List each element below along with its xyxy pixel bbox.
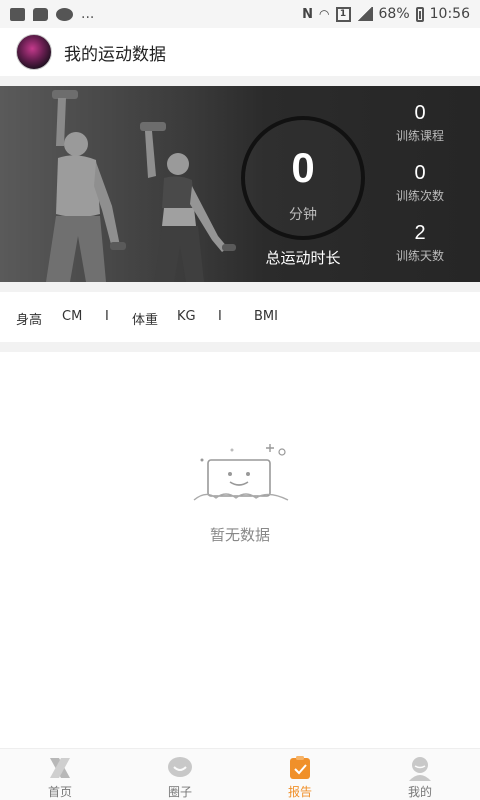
avatar[interactable]: [16, 34, 52, 70]
empty-box-icon: [193, 444, 289, 501]
stat-days-value: 2: [414, 222, 426, 244]
more-notifications-dots: ...: [81, 6, 95, 22]
section-divider: [0, 76, 480, 86]
stat-days: 2 训练天数: [385, 222, 455, 264]
height-unit: CM: [62, 309, 83, 324]
wechat-notification-icon: [56, 7, 73, 21]
nav-label-home: 首页: [47, 785, 72, 799]
fitness-couple-photo: [46, 90, 236, 282]
section-divider: [0, 342, 480, 352]
stat-sessions-value: 0: [414, 162, 426, 184]
metric-separator: I: [105, 309, 109, 324]
nav-item-mine[interactable]: 我的: [360, 749, 480, 800]
empty-state-text: 暂无数据: [209, 526, 270, 544]
status-bar: ... N ◠ 1 68% 10:56: [0, 0, 480, 28]
weight-unit: KG: [177, 309, 196, 324]
stat-days-label: 训练天数: [395, 249, 444, 263]
weight-label: 体重: [132, 313, 159, 328]
stat-courses: 0 训练课程: [385, 102, 455, 144]
nav-label-mine: 我的: [407, 785, 432, 799]
stat-courses-value: 0: [414, 102, 426, 124]
nav-item-home[interactable]: 首页: [0, 749, 120, 800]
battery-percent: 68%: [378, 6, 410, 22]
clock: 10:56: [429, 6, 470, 22]
metric-separator: I: [218, 309, 222, 324]
sim-icon: 1: [335, 6, 351, 22]
total-minutes-ring: 0 分钟: [241, 116, 365, 240]
signal-icon: [356, 7, 373, 21]
stat-sessions: 0 训练次数: [385, 162, 455, 204]
x-logo-icon: [50, 758, 70, 778]
nav-label-circle: 圈子: [167, 785, 192, 799]
total-minutes-unit: 分钟: [289, 207, 317, 223]
section-divider: [0, 282, 480, 292]
total-minutes-value: 0: [291, 144, 315, 191]
height-label: 身高: [16, 313, 43, 328]
nav-item-circle[interactable]: 圈子: [120, 749, 240, 800]
stat-courses-label: 训练课程: [395, 129, 444, 143]
bmi-label: BMI: [254, 309, 278, 324]
smile-bubble-icon: [168, 757, 192, 777]
page-title: 我的运动数据: [64, 44, 166, 65]
clipboard-check-icon: [290, 756, 310, 779]
message-notification-icon: [33, 7, 48, 21]
body-metrics-row: 身高 CM I 体重 KG I BMI: [0, 292, 480, 342]
battery-icon: [415, 6, 424, 22]
gallery-notification-icon: [10, 7, 25, 21]
profile-icon: [409, 757, 431, 781]
bottom-nav: 首页 圈子 报告 我的: [0, 748, 480, 800]
stats-banner: 0 分钟 总运动时长 0 训练课程 0 训练次数 2 训练天数: [0, 86, 480, 282]
header: 我的运动数据: [0, 28, 480, 76]
total-duration-label: 总运动时长: [265, 249, 341, 267]
nfc-icon: N: [302, 6, 314, 22]
stat-sessions-label: 训练次数: [395, 189, 444, 203]
nav-label-report: 报告: [287, 785, 312, 799]
nav-item-report[interactable]: 报告: [240, 749, 360, 800]
wifi-icon: ◠: [319, 7, 330, 21]
